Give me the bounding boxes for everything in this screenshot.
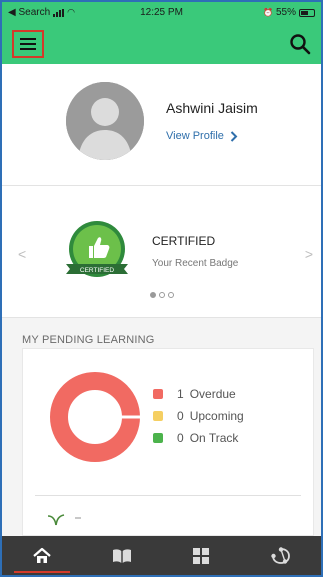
battery-icon (299, 8, 315, 17)
carousel-dot[interactable] (167, 292, 174, 298)
badge-ribbon-text: CERTIFIED (80, 267, 114, 274)
pending-legend: 1 Overdue 0 Upcoming 0 On Track (153, 383, 244, 449)
carousel-dots (2, 292, 321, 298)
battery-percent: 55% (275, 7, 296, 18)
legend-count: 0 (177, 409, 184, 423)
badge-subtitle: Your Recent Badge (152, 258, 239, 269)
carousel-next-icon[interactable]: > (305, 246, 313, 262)
avatar[interactable] (66, 82, 144, 160)
book-icon (112, 548, 131, 563)
badge-carousel: < CERTIFIED CERTIFIED Your Recent Badge … (2, 186, 321, 318)
legend-row[interactable]: 1 Overdue (153, 383, 244, 405)
carousel-prev-icon[interactable]: < (18, 246, 26, 262)
donut-marker (120, 415, 141, 419)
legend-label: Overdue (189, 387, 236, 401)
pending-card: 1 Overdue 0 Upcoming 0 On Track (22, 348, 314, 536)
card-divider (35, 495, 301, 496)
legend-swatch (153, 389, 163, 399)
nav-connect[interactable] (241, 536, 321, 575)
legend-row[interactable]: 0 On Track (153, 427, 244, 449)
carousel-dot[interactable] (158, 292, 165, 298)
pending-donut-chart[interactable] (49, 371, 141, 463)
network-icon (271, 546, 291, 564)
legend-label: On Track (189, 431, 239, 445)
user-silhouette-icon (66, 82, 144, 160)
leaf-icon (47, 514, 65, 526)
badge-title: CERTIFIED (152, 234, 216, 248)
certified-badge-icon[interactable]: CERTIFIED (62, 220, 132, 284)
hamburger-menu-icon (20, 38, 36, 40)
pending-learning-section: MY PENDING LEARNING 1 Overdue 0 Upcoming 0 On… (2, 318, 321, 536)
alarm-icon: ⏰ (263, 8, 273, 17)
legend-count: 1 (177, 387, 184, 401)
next-item-stub (75, 517, 81, 519)
app-frame: ◀ Search ◠ 12:25 PM ⏰ 55% Ashwini Jaisim… (0, 0, 323, 577)
profile-section: Ashwini Jaisim View Profile (2, 64, 321, 186)
view-profile-link[interactable]: View Profile (166, 130, 238, 142)
legend-swatch (153, 433, 163, 443)
view-profile-label: View Profile (166, 130, 224, 142)
nav-library[interactable] (82, 536, 162, 575)
nav-catalog[interactable] (162, 536, 242, 575)
app-bar (2, 24, 321, 64)
carousel-dot[interactable] (149, 292, 156, 298)
search-icon[interactable] (289, 33, 311, 55)
legend-row[interactable]: 0 Upcoming (153, 405, 244, 427)
status-right: ⏰ 55% (263, 7, 315, 18)
chevron-right-icon (230, 130, 238, 142)
pending-title: MY PENDING LEARNING (22, 334, 155, 346)
status-bar: ◀ Search ◠ 12:25 PM ⏰ 55% (2, 2, 321, 24)
bottom-nav (2, 536, 321, 575)
menu-button[interactable] (12, 30, 44, 58)
profile-name: Ashwini Jaisim (166, 100, 258, 116)
legend-swatch (153, 411, 163, 421)
grid-icon (193, 547, 210, 564)
legend-label: Upcoming (189, 409, 244, 423)
home-icon (33, 547, 51, 563)
nav-home[interactable] (2, 536, 82, 575)
legend-count: 0 (177, 431, 184, 445)
